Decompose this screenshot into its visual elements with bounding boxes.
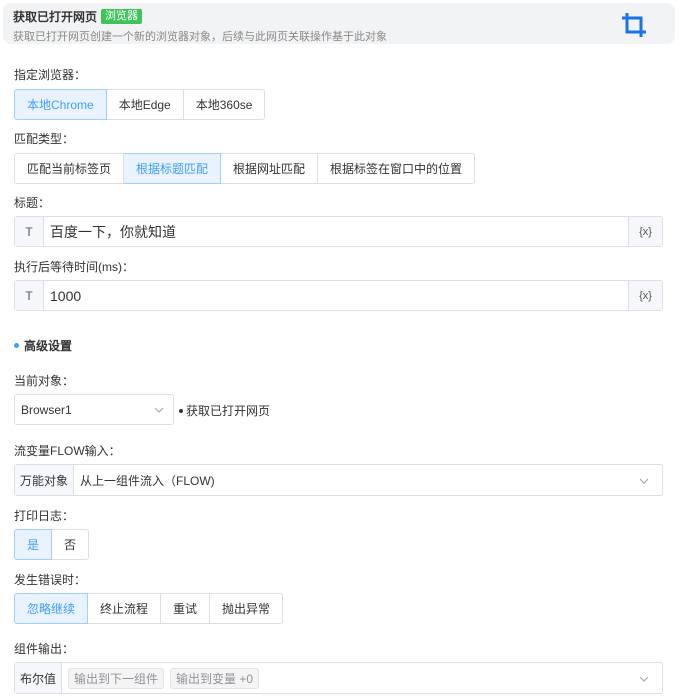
chevron-down-icon xyxy=(154,407,164,413)
option-match-by-url[interactable]: 根据网址匹配 xyxy=(221,153,319,184)
current-object-value: Browser1 xyxy=(21,402,72,417)
text-type-icon[interactable]: T xyxy=(15,281,44,310)
current-object-label: 当前对象： xyxy=(14,374,75,388)
option-match-by-position[interactable]: 根据标签在窗口中的位置 xyxy=(318,153,476,184)
category-badge: 浏览器 xyxy=(101,9,143,24)
component-header: 获取已打开网页 浏览器 获取已打开网页创建一个新的浏览器对象，后续与此网页关联操… xyxy=(3,3,675,44)
match-type-options: 匹配当前标签页 根据标题匹配 根据网址匹配 根据标签在窗口中的位置 xyxy=(14,153,476,184)
print-log-options: 是 否 xyxy=(14,529,90,560)
crop-icon[interactable] xyxy=(619,10,649,40)
on-error-options: 忽略继续 终止流程 重试 抛出异常 xyxy=(14,593,284,624)
wait-time-label: 执行后等待时间(ms)： xyxy=(14,260,134,274)
output-tag-next[interactable]: 输出到下一组件 xyxy=(68,667,165,689)
bullet-icon xyxy=(14,343,19,348)
text-type-icon[interactable]: T xyxy=(15,217,44,246)
option-match-by-title[interactable]: 根据标题匹配 xyxy=(124,153,222,184)
variable-insert-button[interactable]: {x} xyxy=(628,281,662,310)
chevron-down-icon xyxy=(639,676,649,682)
option-log-no[interactable]: 否 xyxy=(52,529,90,560)
option-edge[interactable]: 本地Edge xyxy=(106,89,184,120)
advanced-settings-toggle[interactable]: 高级设置 xyxy=(14,337,72,354)
current-object-note: 获取已打开网页 xyxy=(179,402,270,419)
component-title-text: 获取已打开网页 xyxy=(13,10,98,24)
title-input-value[interactable]: 百度一下，你就知道 xyxy=(44,217,628,246)
on-error-label: 发生错误时： xyxy=(14,573,87,587)
title-field-label: 标题： xyxy=(14,196,51,210)
output-type[interactable]: 布尔值 xyxy=(15,663,63,693)
output-label: 组件输出： xyxy=(14,642,75,656)
wait-time-input[interactable]: T 1000 {x} xyxy=(14,280,663,311)
output-select[interactable]: 布尔值 输出到下一组件 输出到变量 +0 xyxy=(14,662,663,694)
output-tag-variable[interactable]: 输出到变量 +0 xyxy=(170,667,260,689)
component-description: 获取已打开网页创建一个新的浏览器对象，后续与此网页关联操作基于此对象 xyxy=(13,31,387,43)
option-throw-exception[interactable]: 抛出异常 xyxy=(210,593,284,624)
option-terminate-flow[interactable]: 终止流程 xyxy=(88,593,162,624)
option-log-yes[interactable]: 是 xyxy=(14,529,53,560)
browser-options: 本地Chrome 本地Edge 本地360se xyxy=(14,89,266,120)
option-chrome[interactable]: 本地Chrome xyxy=(14,89,107,120)
option-360se[interactable]: 本地360se xyxy=(183,89,266,120)
flow-input-type[interactable]: 万能对象 xyxy=(15,465,75,495)
browser-label: 指定浏览器： xyxy=(14,68,87,82)
current-object-note-text: 获取已打开网页 xyxy=(186,404,271,418)
chevron-down-icon xyxy=(639,478,649,484)
bullet-icon xyxy=(179,408,183,413)
advanced-settings-title: 高级设置 xyxy=(24,339,73,353)
option-retry[interactable]: 重试 xyxy=(161,593,211,624)
print-log-label: 打印日志： xyxy=(14,509,75,523)
match-type-label: 匹配类型： xyxy=(14,132,75,146)
flow-input-label: 流变量FLOW输入： xyxy=(14,444,121,458)
flow-input-value[interactable]: 从上一组件流入（FLOW) xyxy=(74,465,662,495)
output-tags[interactable]: 输出到下一组件 输出到变量 +0 xyxy=(62,663,662,693)
flow-input-select[interactable]: 万能对象 从上一组件流入（FLOW) xyxy=(14,464,663,496)
title-input[interactable]: T 百度一下，你就知道 {x} xyxy=(14,216,663,247)
option-match-current-tab[interactable]: 匹配当前标签页 xyxy=(14,153,125,184)
option-ignore-continue[interactable]: 忽略继续 xyxy=(14,593,89,624)
variable-insert-button[interactable]: {x} xyxy=(628,217,662,246)
current-object-select[interactable]: Browser1 xyxy=(14,394,174,425)
wait-time-input-value[interactable]: 1000 xyxy=(44,281,628,310)
component-title: 获取已打开网页 浏览器 xyxy=(13,8,143,25)
